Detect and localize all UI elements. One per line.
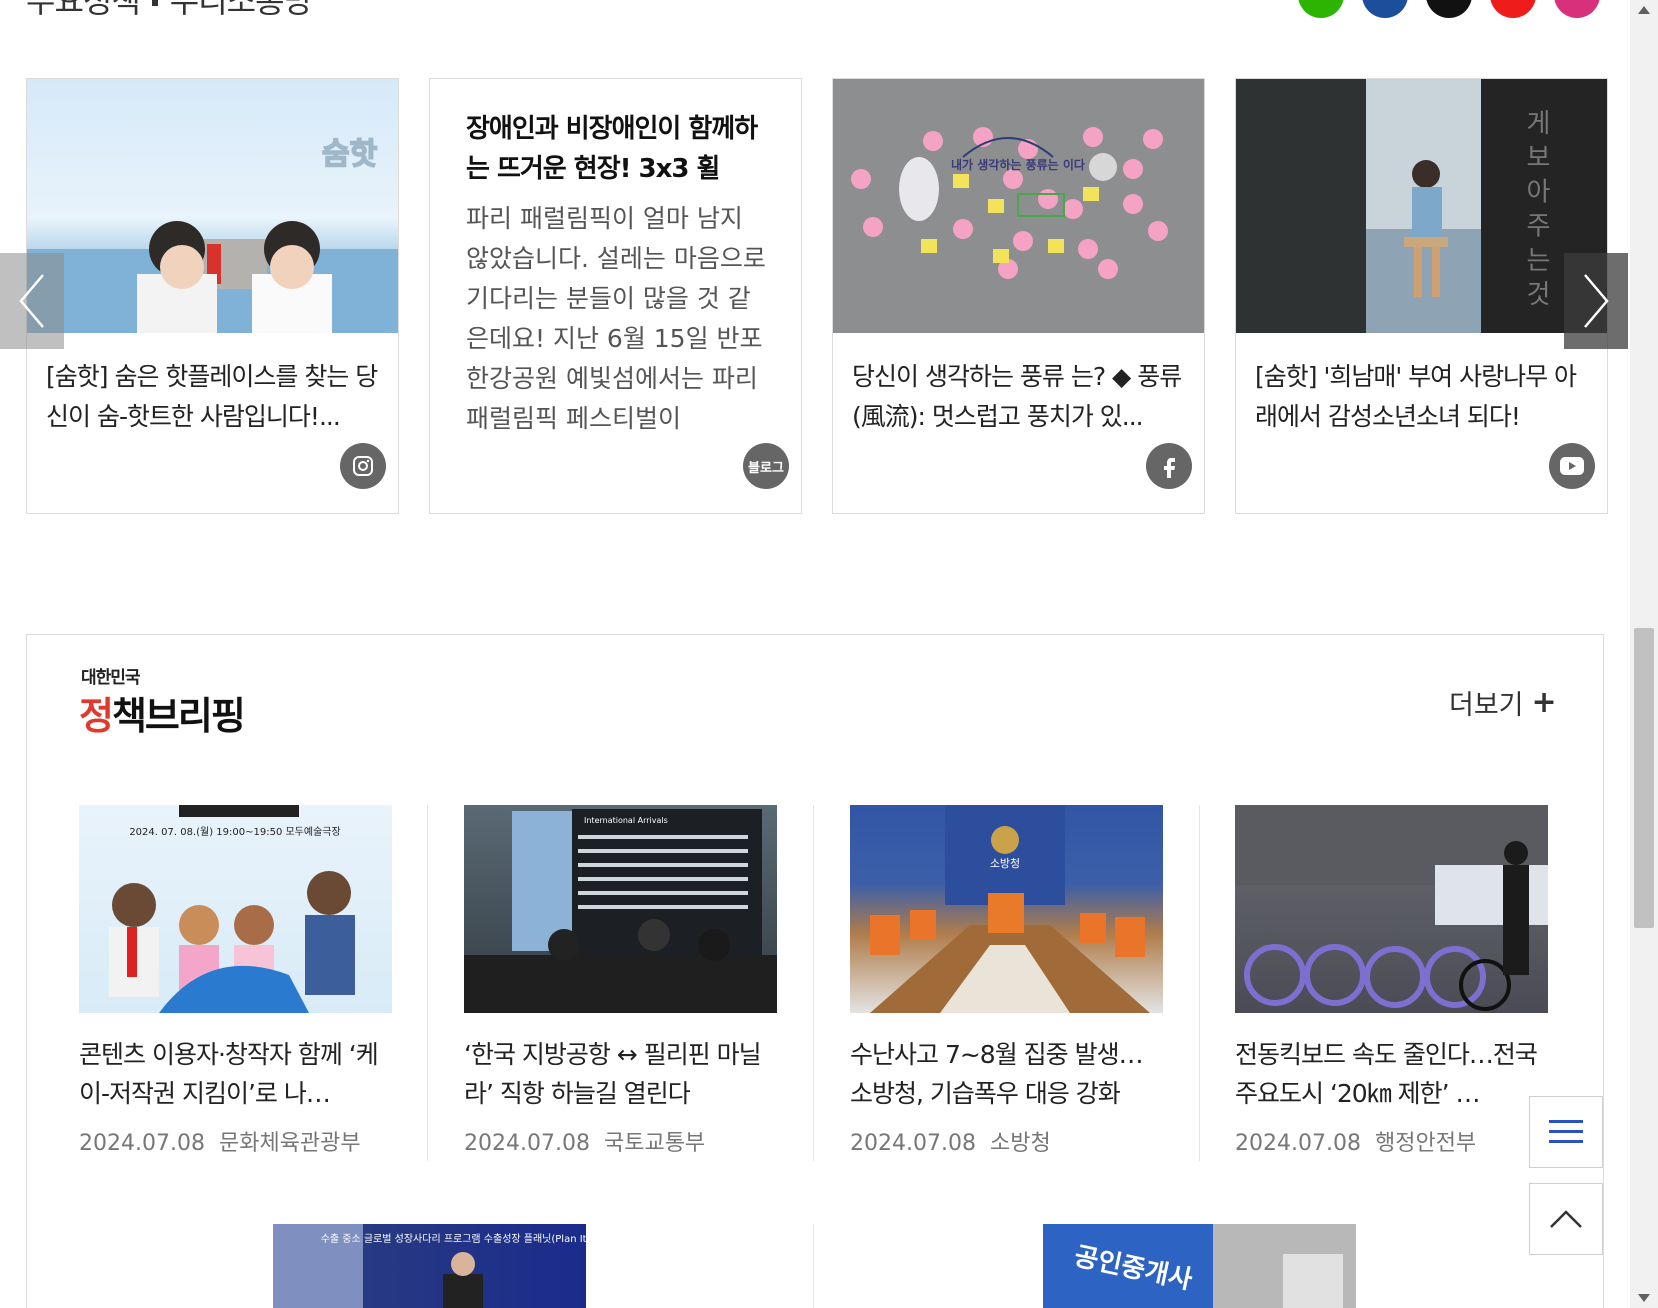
sns-card-3[interactable]: 내가 생각하는 풍류는 이다 당신이 생각하는 풍류 는? ◆ 풍류(風流): … — [832, 78, 1205, 514]
card-vertical-text: 게 보 아 주 는 것 — [1521, 109, 1551, 306]
title-policy: 주요정책 — [26, 0, 141, 20]
scroll-top-button[interactable] — [1529, 1183, 1603, 1255]
title-separator-dot — [151, 0, 158, 6]
news-thumbnail: 수출 중소 글로벌 성장사다리 프로그램 수출성장 플래닛(Plan It!) … — [273, 1224, 586, 1308]
card-caption: [숨핫] '희남매' 부여 사랑나무 아래에서 감성소년소녀 되다! — [1255, 362, 1577, 431]
column-divider — [1199, 805, 1200, 1161]
news-thumbnail: International Arrivals — [464, 805, 777, 1013]
sns-card-4[interactable]: 게 보 아 주 는 것 [숨핫] '희남매' 부여 사랑나무 아래에서 감성소년… — [1235, 78, 1608, 514]
social-links — [1298, 0, 1600, 18]
sns-card-1[interactable]: 숨핫 [숨핫] 숨은 핫플레이스를 찾는 당신이 숨-핫트한 사람입니다!... — [26, 78, 399, 514]
news-item-5[interactable]: 수출 중소 글로벌 성장사다리 프로그램 수출성장 플래닛(Plan It!) … — [273, 1224, 586, 1308]
chevron-right-icon — [1584, 274, 1609, 328]
x-icon[interactable] — [1426, 0, 1472, 18]
plus-icon: + — [1531, 685, 1557, 720]
card-caption: [숨핫] 숨은 핫플레이스를 찾는 당신이 숨-핫트한 사람입니다!... — [46, 362, 378, 431]
news-date: 2024.07.08 — [79, 1131, 205, 1156]
carousel-next-button[interactable] — [1564, 253, 1628, 349]
news-item-6[interactable]: 공인중개사 — [1043, 1224, 1356, 1308]
card-logo-text: 숨핫 — [322, 137, 378, 172]
page-scrollbar[interactable] — [1630, 0, 1658, 1308]
news-thumbnail: 2024. 07. 08.(월) 19:00~19:50 모두예술극장 — [79, 805, 392, 1013]
news-org: 행정안전부 — [1374, 1131, 1477, 1156]
facebook-icon[interactable] — [1146, 443, 1192, 489]
card-thumbnail: 내가 생각하는 풍류는 이다 — [833, 79, 1204, 333]
news-date: 2024.07.08 — [850, 1131, 976, 1156]
column-divider — [427, 805, 428, 1161]
scroll-up-arrow-icon[interactable] — [1638, 6, 1650, 14]
carousel-prev-button[interactable] — [0, 253, 64, 349]
title-sns: 누리소통망 — [169, 0, 313, 20]
card-thumbnail: 게 보 아 주 는 것 — [1236, 79, 1607, 333]
news-item-2[interactable]: International Arrivals ‘한국 지방공항 ↔ 필리핀 마닐… — [464, 805, 777, 1157]
blog-badge[interactable]: 블로그 — [743, 443, 789, 489]
more-button[interactable]: 더보기 + — [1449, 683, 1557, 722]
scrollbar-thumb[interactable] — [1634, 628, 1654, 928]
facebook-icon[interactable] — [1362, 0, 1408, 18]
news-org: 소방청 — [989, 1131, 1051, 1156]
news-meta: 2024.07.08 행정안전부 — [1235, 1125, 1548, 1157]
card-caption: 당신이 생각하는 풍류 는? ◆ 풍류(風流): 멋스럽고 풍치가 있... — [852, 357, 1188, 437]
more-label: 더보기 — [1449, 690, 1524, 721]
sns-carousel: 숨핫 [숨핫] 숨은 핫플레이스를 찾는 당신이 숨-핫트한 사람입니다!...… — [0, 78, 1628, 514]
news-thumbnail — [1235, 805, 1548, 1013]
policy-briefing-panel: 대한민국 정책브리핑 더보기 + 2024. 07. 08.(월) 19:00~… — [26, 634, 1604, 1308]
hamburger-menu-icon — [1549, 1120, 1583, 1143]
instagram-icon[interactable] — [340, 443, 386, 489]
instagram-icon[interactable] — [1554, 0, 1600, 18]
youtube-icon[interactable] — [1490, 0, 1536, 18]
news-org: 문화체육관광부 — [218, 1131, 361, 1156]
section-title: 주요정책 누리소통망 — [26, 0, 313, 22]
news-date: 2024.07.08 — [464, 1131, 590, 1156]
news-item-4[interactable]: 전동킥보드 속도 줄인다…전국 주요도시 ‘20㎞ 제한’ … 2024.07.… — [1235, 805, 1548, 1157]
news-meta: 2024.07.08 문화체육관광부 — [79, 1125, 392, 1157]
blog-icon[interactable] — [1298, 0, 1344, 18]
news-thumbnail: 소방청 — [850, 805, 1163, 1013]
news-title: 콘텐츠 이용자·창작자 함께 ‘케이-저작권 지킴이’로 나… — [79, 1040, 379, 1108]
card-body: 파리 패럴림픽이 얼마 남지 않았습니다. 설레는 마음으로 기다리는 분들이 … — [466, 204, 766, 433]
news-thumb-text: 수출 중소 글로벌 성장사다리 프로그램 수출성장 플래닛(Plan It!) … — [321, 1233, 586, 1245]
card-caption-text: 당신이 생각하는 풍류 는? ◆ 풍류(風流): 멋스럽고 풍치가 있... — [852, 362, 1182, 431]
news-org: 국토교통부 — [603, 1131, 706, 1156]
news-thumbnail: 공인중개사 — [1043, 1224, 1356, 1308]
news-item-1[interactable]: 2024. 07. 08.(월) 19:00~19:50 모두예술극장 콘텐츠 … — [79, 805, 392, 1157]
chevron-up-icon — [1550, 1210, 1582, 1228]
chevron-left-icon — [19, 274, 44, 328]
column-divider — [813, 805, 814, 1161]
brand-logo[interactable]: 정책브리핑 — [79, 685, 246, 740]
news-thumb-text: International Arrivals — [584, 816, 668, 825]
menu-button[interactable] — [1529, 1096, 1603, 1168]
card-title: 장애인과 비장애인이 함께하는 뜨거운 현장! 3x3 휠체... — [466, 114, 758, 184]
news-meta: 2024.07.08 소방청 — [850, 1125, 1163, 1157]
news-title: 수난사고 7~8월 집중 발생… 소방청, 기습폭우 대응 강화 — [850, 1040, 1144, 1108]
youtube-icon[interactable] — [1549, 443, 1595, 489]
card-thumbnail: 숨핫 — [27, 79, 398, 333]
brand-logo-accent: 정 — [79, 694, 114, 738]
news-item-3[interactable]: 소방청 수난사고 7~8월 집중 발생… 소방청, 기습폭우 대응 강화 202… — [850, 805, 1163, 1157]
news-meta: 2024.07.08 국토교통부 — [464, 1125, 777, 1157]
news-thumb-text: 소방청 — [990, 857, 1020, 870]
column-divider — [813, 1224, 814, 1308]
news-title: ‘한국 지방공항 ↔ 필리핀 마닐라’ 직항 하늘길 열린다 — [464, 1040, 762, 1108]
brand-logo-text: 책브리핑 — [111, 694, 246, 738]
scroll-down-arrow-icon[interactable] — [1638, 1294, 1650, 1302]
news-date: 2024.07.08 — [1235, 1131, 1361, 1156]
news-title: 전동킥보드 속도 줄인다…전국 주요도시 ‘20㎞ 제한’ … — [1235, 1040, 1538, 1108]
news-thumb-text: 2024. 07. 08.(월) 19:00~19:50 모두예술극장 — [129, 826, 340, 838]
board-text: 내가 생각하는 풍류는 이다 — [951, 157, 1085, 172]
sns-card-2[interactable]: 장애인과 비장애인이 함께하는 뜨거운 현장! 3x3 휠체... 파리 패럴림… — [429, 78, 802, 514]
